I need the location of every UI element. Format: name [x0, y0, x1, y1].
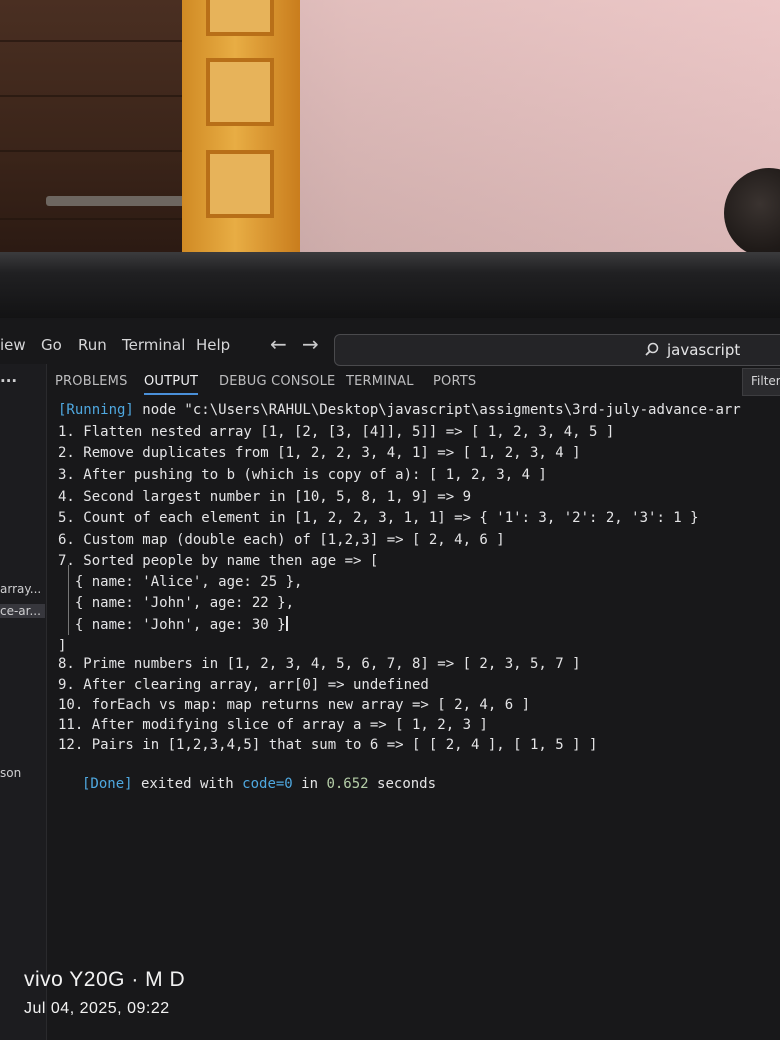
menu-run[interactable]: Run — [78, 336, 107, 354]
output-panel: [Running] node "c:\Users\RAHUL\Desktop\j… — [58, 402, 780, 822]
done-text: seconds — [368, 776, 437, 792]
running-tag: [Running] — [58, 402, 134, 418]
panel-tab-bar: PROBLEMS OUTPUT DEBUG CONSOLE TERMINAL P… — [46, 364, 780, 396]
search-icon — [645, 342, 659, 360]
output-line-last-object: { name: 'John', age: 30 } — [58, 616, 288, 633]
wall — [300, 0, 780, 262]
menu-go[interactable]: Go — [41, 336, 62, 354]
tab-problems[interactable]: PROBLEMS — [55, 374, 128, 389]
tab-debug-console[interactable]: DEBUG CONSOLE — [219, 374, 335, 389]
running-command: node "c:\Users\RAHUL\Desktop\javascript\… — [133, 402, 741, 418]
indent-guide — [68, 565, 69, 635]
laptop-bezel — [0, 252, 780, 322]
filter-label: Filter — [751, 374, 780, 388]
done-text: in — [292, 776, 327, 792]
output-line-text: { name: 'John', age: 30 } — [58, 617, 286, 633]
back-arrow-icon[interactable]: ← — [270, 332, 287, 356]
search-text: javascript — [667, 341, 741, 359]
output-line: 5. Count of each element in [1, 2, 2, 3,… — [58, 510, 699, 526]
output-line: 3. After pushing to b (which is copy of … — [58, 467, 547, 483]
menu-bar: iew Go Run Terminal Help ← → javascript — [0, 330, 780, 366]
output-line: 11. After modifying slice of array a => … — [58, 717, 488, 733]
running-line: [Running] node "c:\Users\RAHUL\Desktop\j… — [58, 402, 741, 418]
output-line: 9. After clearing array, arr[0] => undef… — [58, 677, 429, 693]
done-text: exited with — [132, 776, 243, 792]
output-line: 8. Prime numbers in [1, 2, 3, 4, 5, 6, 7… — [58, 656, 581, 672]
output-line: { name: 'Alice', age: 25 }, — [58, 574, 303, 590]
sidebar-item-active-file[interactable]: ce-ar... — [0, 604, 45, 618]
output-line: 7. Sorted people by name then age => [ — [58, 553, 379, 569]
sidebar-item-array[interactable]: array... — [0, 582, 41, 596]
command-center-search[interactable]: javascript — [334, 334, 780, 366]
output-line: 4. Second largest number in [10, 5, 8, 1… — [58, 489, 472, 505]
output-line: 2. Remove duplicates from [1, 2, 2, 3, 4… — [58, 445, 581, 461]
output-line: 1. Flatten nested array [1, [2, [3, [4]]… — [58, 424, 615, 440]
tab-output[interactable]: OUTPUT — [144, 374, 199, 395]
camera-watermark-timestamp: Jul 04, 2025, 09:22 — [24, 1000, 170, 1017]
tab-terminal[interactable]: TERMINAL — [346, 374, 414, 389]
output-line: 12. Pairs in [1,2,3,4,5] that sum to 6 =… — [58, 737, 598, 753]
output-line: ] — [58, 638, 67, 654]
done-line: [Done] exited with code=0 in 0.652 secon… — [82, 776, 436, 792]
output-line: 10. forEach vs map: map returns new arra… — [58, 697, 531, 713]
menu-terminal[interactable]: Terminal — [122, 336, 185, 354]
output-line: 6. Custom map (double each) of [1,2,3] =… — [58, 532, 505, 548]
exit-code: code=0 — [242, 776, 293, 792]
explorer-sidebar: ··· array... ce-ar... son — [0, 364, 47, 1040]
output-filter-input[interactable]: Filter — [742, 368, 780, 396]
output-line: { name: 'John', age: 22 }, — [58, 595, 295, 611]
tab-ports[interactable]: PORTS — [433, 374, 476, 389]
menu-view[interactable]: iew — [0, 336, 26, 354]
menu-help[interactable]: Help — [196, 336, 230, 354]
done-tag: [Done] — [82, 776, 133, 792]
more-actions-icon[interactable]: ··· — [0, 372, 17, 390]
forward-arrow-icon[interactable]: → — [302, 332, 319, 356]
camera-watermark-device: vivo Y20G · M D — [24, 968, 186, 991]
elapsed-time: 0.652 — [326, 776, 369, 792]
text-cursor — [285, 616, 288, 631]
background-photo — [0, 0, 780, 262]
sidebar-item-json[interactable]: son — [0, 766, 21, 780]
wooden-door — [0, 0, 196, 262]
vscode-window: iew Go Run Terminal Help ← → javascript … — [0, 318, 780, 1040]
door-latch — [46, 196, 186, 206]
door-frame — [182, 0, 300, 262]
